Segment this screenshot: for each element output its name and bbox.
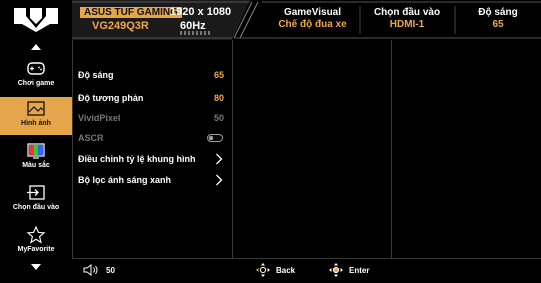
gamevisual-value: Chế độ đua xe [278, 19, 347, 30]
menu-item-contrast[interactable]: Độ tương phản 80 [72, 89, 232, 109]
menu-item-label: Bộ lọc ánh sáng xanh [78, 175, 172, 185]
back-label: Back [276, 266, 296, 275]
tuf-logo-icon [14, 8, 58, 32]
osd-header: ASUS TUF GAMING VG249Q3R 1920 x 1080 60H… [0, 0, 541, 40]
menu-item-value: 50 [213, 113, 224, 123]
osd-footer: 50 Back Enter [72, 259, 541, 283]
menu-item-brightness[interactable]: Độ sáng 65 [72, 66, 232, 86]
toggle-off-icon [207, 134, 223, 142]
menu-item-label: VividPixel [78, 113, 121, 123]
sidebar: Chơi game Hình ảnh Màu sắc Chọn đầu vào … [0, 40, 72, 283]
scroll-up-icon[interactable] [31, 44, 41, 50]
scroll-down-icon[interactable] [31, 264, 41, 270]
chevron-right-icon [216, 174, 223, 186]
color-bars-icon [27, 143, 45, 159]
menu-item-label: Độ sáng [78, 70, 114, 80]
star-icon [26, 226, 46, 244]
sidebar-item-image[interactable]: Hình ảnh [0, 97, 72, 135]
panel-divider [391, 40, 392, 258]
input-arrow-icon [27, 185, 45, 200]
chevron-right-icon [216, 153, 223, 165]
menu-item-label: Điều chỉnh tỷ lệ khung hình [78, 154, 196, 164]
sidebar-item-label: MyFavorite [17, 246, 55, 253]
monitor-osd: ASUS TUF GAMING VG249Q3R 1920 x 1080 60H… [0, 0, 541, 283]
tuf-logo [0, 0, 72, 40]
menu-item-value: 65 [213, 70, 224, 80]
sidebar-item-label: Hình ảnh [21, 120, 51, 127]
input-status: Chọn đầu vào HDMI-1 [362, 7, 452, 30]
resolution-label: 1920 x 1080 [170, 6, 232, 18]
sidebar-item-gaming[interactable]: Chơi game [0, 57, 72, 95]
gamepad-icon [27, 62, 45, 75]
model-label: VG249Q3R [92, 20, 149, 32]
input-label: Chọn đầu vào [373, 7, 441, 18]
sidebar-item-input[interactable]: Chọn đầu vào [0, 181, 72, 219]
brightness-label: Độ sáng [478, 7, 518, 18]
menu-item-blue-light-filter[interactable]: Bộ lọc ánh sáng xanh [72, 171, 232, 191]
menu-item-ascr: ASCR [72, 129, 232, 149]
joystick-left-icon [256, 263, 270, 277]
enter-label: Enter [349, 266, 370, 275]
refresh-rate-label: 60Hz [180, 20, 206, 32]
menu-item-label: ASCR [78, 133, 104, 143]
sidebar-item-myfavorite[interactable]: MyFavorite [0, 223, 72, 261]
menu-item-vividpixel: VividPixel 50 [72, 109, 232, 129]
input-value: HDMI-1 [389, 19, 425, 30]
brightness-status: Độ sáng 65 [458, 7, 538, 30]
menu-item-value: 80 [213, 93, 224, 103]
brand-label: ASUS TUF GAMING [80, 7, 182, 18]
menu-item-aspect-ratio[interactable]: Điều chỉnh tỷ lệ khung hình [72, 150, 232, 170]
brightness-value: 65 [492, 19, 504, 30]
sidebar-item-label: Màu sắc [22, 162, 50, 169]
joystick-center-icon [329, 263, 343, 277]
panel-divider [232, 40, 233, 258]
menu-item-label: Độ tương phản [78, 93, 144, 103]
volume-value: 50 [106, 266, 115, 275]
image-icon [27, 101, 45, 116]
sidebar-item-label: Chơi game [17, 80, 55, 87]
speaker-icon [83, 264, 98, 276]
sidebar-item-label: Chọn đầu vào [12, 204, 60, 211]
gamevisual-status: GameVisual Chế độ đua xe [270, 7, 355, 30]
sidebar-item-color[interactable]: Màu sắc [0, 139, 72, 177]
gamevisual-label: GameVisual [283, 7, 342, 18]
